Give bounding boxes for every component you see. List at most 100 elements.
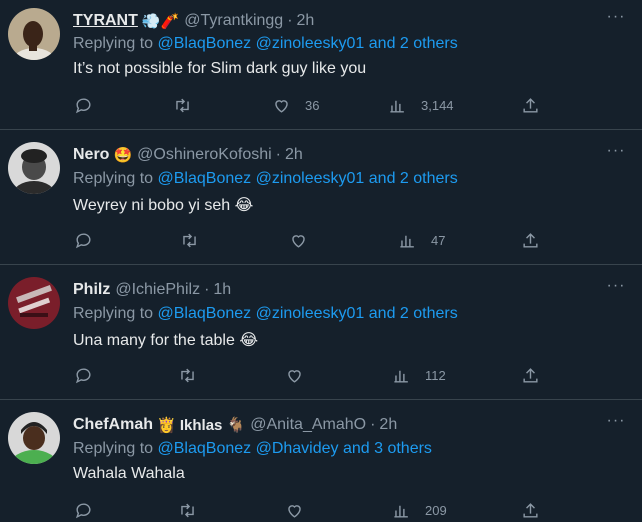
reply-mentions-link[interactable]: @BlaqBonez @Dhavidey and 3 others — [158, 440, 432, 457]
share-icon — [523, 367, 538, 383]
action-bar: 47 — [0, 228, 642, 252]
tweet[interactable]: ChefAmah 👸 Ikhlas 🐐 @Anita_AmahO · 2h ··… — [0, 400, 642, 521]
heart-icon — [288, 369, 301, 383]
retweet-button[interactable] — [173, 93, 192, 117]
views-button[interactable]: 209 — [392, 498, 447, 522]
user-handle[interactable]: @Anita_AmahO — [250, 416, 366, 434]
user-handle[interactable]: @OshineroKofoshi — [137, 146, 272, 164]
views-count: 47 — [431, 232, 446, 248]
replying-to-label: Replying to — [73, 440, 154, 457]
avatar[interactable] — [8, 277, 60, 329]
analytics-icon — [390, 100, 404, 113]
replying-to: Replying to @BlaqBonez @zinoleesky01 and… — [73, 35, 458, 53]
reply-mentions-link[interactable]: @BlaqBonez @zinoleesky01 and 2 others — [158, 305, 458, 322]
more-options-button[interactable]: ··· — [604, 8, 628, 32]
timestamp[interactable]: 2h — [285, 146, 303, 164]
like-button[interactable]: 36 — [272, 93, 319, 117]
display-name[interactable]: ChefAmah — [73, 416, 153, 434]
heart-icon — [275, 99, 288, 113]
views-count: 209 — [425, 502, 447, 518]
like-button[interactable] — [285, 498, 304, 522]
tweet-text: It’s not possible for Slim dark guy like… — [73, 60, 367, 77]
name-emoji: 🤩 — [113, 147, 133, 164]
share-button[interactable] — [521, 498, 540, 522]
reply-button[interactable] — [74, 228, 93, 252]
timestamp[interactable]: 1h — [213, 281, 231, 299]
reply-button[interactable] — [74, 498, 93, 522]
analytics-icon — [394, 370, 408, 383]
share-icon — [523, 97, 538, 113]
like-button[interactable] — [289, 228, 308, 252]
tweet[interactable]: Nero 🤩 @OshineroKofoshi · 2h ··· Replyin… — [0, 130, 642, 265]
share-icon — [523, 502, 538, 518]
tweet[interactable]: Philz @IchiePhilz · 1h ··· Replying to @… — [0, 265, 642, 400]
replying-to-label: Replying to — [73, 35, 154, 52]
name-emoji: 💨🧨 — [141, 13, 180, 30]
user-handle[interactable]: @Tyrantkingg — [184, 12, 283, 30]
views-button[interactable]: 3,144 — [388, 93, 454, 117]
views-button[interactable]: 47 — [398, 228, 445, 252]
separator: · — [370, 416, 376, 433]
timestamp[interactable]: 2h — [297, 12, 315, 30]
tweet[interactable]: TYRANT 💨🧨 @Tyrantkingg · 2h ··· Replying… — [0, 0, 642, 130]
replying-to: Replying to @BlaqBonez @Dhavidey and 3 o… — [73, 440, 432, 458]
display-name[interactable]: Nero — [73, 146, 109, 164]
display-name[interactable]: Philz — [73, 281, 110, 299]
heart-icon — [292, 234, 305, 248]
more-options-button[interactable]: ··· — [604, 277, 628, 301]
views-count: 112 — [425, 367, 446, 383]
reply-icon — [75, 367, 91, 383]
more-options-button[interactable]: ··· — [604, 142, 628, 166]
analytics-icon — [394, 505, 408, 518]
replying-to: Replying to @BlaqBonez @zinoleesky01 and… — [73, 305, 458, 323]
retweet-button[interactable] — [180, 228, 199, 252]
analytics-icon — [400, 235, 414, 248]
user-handle[interactable]: @IchiePhilz — [115, 281, 200, 299]
reply-mentions-link[interactable]: @BlaqBonez @zinoleesky01 and 2 others — [158, 170, 458, 187]
action-bar: 112 — [0, 363, 642, 387]
display-name[interactable]: TYRANT — [73, 12, 138, 30]
reply-mentions-link[interactable]: @BlaqBonez @zinoleesky01 and 2 others — [158, 35, 458, 52]
retweet-icon — [181, 503, 194, 517]
tweet-text: Wahala Wahala — [73, 465, 185, 482]
like-button[interactable] — [285, 363, 304, 387]
reply-icon — [75, 502, 91, 518]
reply-button[interactable] — [74, 363, 93, 387]
share-button[interactable] — [521, 228, 540, 252]
tweet-header: ChefAmah 👸 Ikhlas 🐐 @Anita_AmahO · 2h — [73, 414, 602, 436]
views-count: 3,144 — [421, 97, 454, 113]
tweet-text: Weyrey ni bobo yi seh 😂 — [73, 197, 254, 214]
reply-icon — [75, 232, 91, 248]
retweet-icon — [176, 98, 189, 112]
avatar[interactable] — [8, 412, 60, 464]
replying-to: Replying to @BlaqBonez @zinoleesky01 and… — [73, 170, 458, 188]
tweet-text: Una many for the table 😂 — [73, 332, 259, 349]
separator: · — [275, 146, 281, 163]
share-icon — [523, 232, 538, 248]
heart-icon — [288, 504, 301, 518]
replying-to-label: Replying to — [73, 305, 154, 322]
retweet-icon — [181, 368, 194, 382]
reply-button[interactable] — [74, 93, 93, 117]
tweet-header: Philz @IchiePhilz · 1h — [73, 279, 602, 301]
views-button[interactable]: 112 — [392, 363, 446, 387]
tweet-header: TYRANT 💨🧨 @Tyrantkingg · 2h — [73, 10, 602, 32]
like-count: 36 — [305, 97, 320, 113]
avatar[interactable] — [8, 8, 60, 60]
avatar[interactable] — [8, 142, 60, 194]
reply-feed: TYRANT 💨🧨 @Tyrantkingg · 2h ··· Replying… — [0, 0, 642, 521]
share-button[interactable] — [521, 363, 540, 387]
action-bar: 36 3,144 — [0, 93, 642, 117]
more-options-button[interactable]: ··· — [604, 412, 628, 436]
retweet-button[interactable] — [178, 363, 197, 387]
retweet-button[interactable] — [178, 498, 197, 522]
separator: · — [204, 281, 210, 298]
tweet-header: Nero 🤩 @OshineroKofoshi · 2h — [73, 144, 602, 166]
share-button[interactable] — [521, 93, 540, 117]
reply-icon — [75, 97, 91, 113]
separator: · — [287, 12, 293, 29]
replying-to-label: Replying to — [73, 170, 154, 187]
retweet-icon — [183, 233, 196, 247]
timestamp[interactable]: 2h — [379, 416, 397, 434]
action-bar: 209 — [0, 498, 642, 522]
